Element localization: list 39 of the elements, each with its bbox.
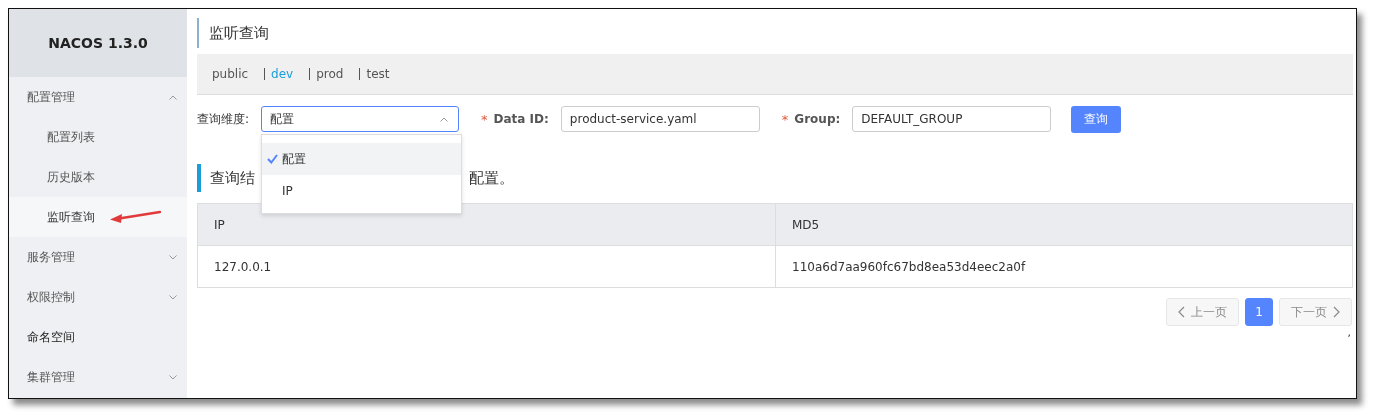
sidebar-item[interactable]: 集群管理 xyxy=(9,357,187,397)
annotation-arrow xyxy=(109,210,161,224)
table-cell: 127.0.0.1 xyxy=(198,246,776,287)
column-header: MD5 xyxy=(776,204,1353,245)
sidebar-subitem[interactable]: 历史版本 xyxy=(9,157,187,197)
chevron-down-icon xyxy=(169,374,177,380)
sidebar-subitem[interactable]: 配置列表 xyxy=(9,117,187,157)
dropdown-option[interactable]: IP xyxy=(262,175,462,207)
sidebar-item[interactable]: 服务管理 xyxy=(9,237,187,277)
chevron-right-icon xyxy=(1333,306,1340,318)
namespace-link[interactable]: prod xyxy=(316,67,344,81)
text-field[interactable]: DEFAULT_GROUP xyxy=(852,106,1052,132)
field-label: Data ID: xyxy=(493,112,549,126)
check-icon xyxy=(267,154,279,164)
sidebar-item[interactable]: 配置管理 xyxy=(9,77,187,117)
chevron-left-icon xyxy=(1178,306,1185,318)
dimension-select[interactable]: 配置 xyxy=(261,106,460,132)
chevron-down-icon xyxy=(169,294,177,300)
chevron-down-icon xyxy=(169,254,177,260)
heading-text: 查询结 xyxy=(210,168,255,188)
chevron-up-icon xyxy=(169,94,177,100)
table-cell: 110a6d7aa960fc67bd8ea53d4eec2a0f xyxy=(776,246,1353,287)
text-field[interactable]: product-service.yaml xyxy=(560,106,760,132)
sidebar-subitem[interactable]: 监听查询 xyxy=(9,197,187,237)
sidebar-item[interactable]: 命名空间 xyxy=(9,317,187,357)
column-header: IP xyxy=(198,204,776,245)
field-label: Group: xyxy=(794,112,841,126)
sidebar-item[interactable]: 权限控制 xyxy=(9,277,187,317)
app-title: NACOS 1.3.0 xyxy=(9,9,187,77)
chevron-up-icon xyxy=(440,116,449,122)
field-label: 查询维度: xyxy=(197,110,250,128)
heading-text: 配置。 xyxy=(469,168,514,188)
required-mark: * xyxy=(781,111,789,127)
namespace-link[interactable]: test xyxy=(366,67,390,81)
dropdown-option[interactable]: 配置 xyxy=(262,143,462,175)
required-mark: * xyxy=(481,111,488,127)
stray-mark: , xyxy=(1347,326,1351,339)
page-title: 监听查询 xyxy=(197,18,1353,48)
namespace-link[interactable]: public xyxy=(212,67,249,81)
